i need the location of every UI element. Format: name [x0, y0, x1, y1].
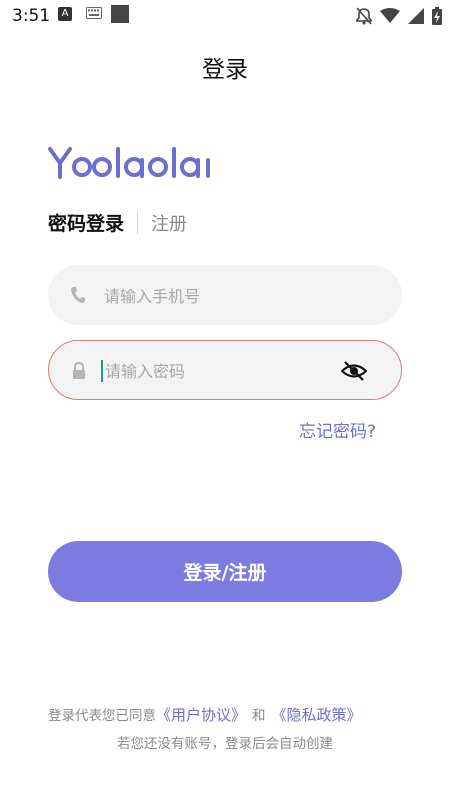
- battery-charging-icon: [432, 7, 442, 25]
- forgot-password-link[interactable]: 忘记密码?: [299, 417, 376, 442]
- phone-field[interactable]: [48, 265, 402, 327]
- password-field[interactable]: [48, 340, 402, 401]
- agreement-text: 登录代表您已同意《用户协议》和《隐私政策》: [48, 704, 362, 725]
- keyboard-icon: [86, 7, 102, 19]
- status-bar: 3:51 A: [0, 0, 450, 32]
- lock-icon: [73, 362, 85, 379]
- login-register-button[interactable]: 登录/注册: [48, 541, 402, 602]
- a-icon: A: [58, 7, 72, 21]
- tab-divider: [137, 211, 139, 234]
- status-time: 3:51: [12, 6, 51, 26]
- yoolaola-logo: [48, 147, 210, 179]
- square-icon: [111, 5, 129, 23]
- page-title: 登录: [202, 57, 248, 83]
- phone-input[interactable]: [102, 265, 356, 327]
- auto-create-note: 若您还没有账号，登录后会自动创建: [117, 736, 333, 752]
- user-agreement-link[interactable]: 《用户协议》: [156, 706, 246, 724]
- wifi-icon: [380, 8, 400, 23]
- notifications-off-icon: [356, 7, 372, 25]
- tab-register[interactable]: 注册: [151, 210, 187, 236]
- tab-password-login[interactable]: 密码登录: [48, 209, 124, 236]
- login-tabs: 密码登录 注册: [48, 209, 187, 236]
- password-input[interactable]: [103, 341, 357, 401]
- eye-hidden-icon[interactable]: [341, 360, 367, 382]
- phone-icon: [71, 287, 85, 303]
- signal-icon: [408, 8, 424, 24]
- privacy-policy-link[interactable]: 《隐私政策》: [272, 706, 362, 724]
- agreement-and: 和: [252, 708, 266, 724]
- agreement-prefix: 登录代表您已同意: [48, 708, 156, 724]
